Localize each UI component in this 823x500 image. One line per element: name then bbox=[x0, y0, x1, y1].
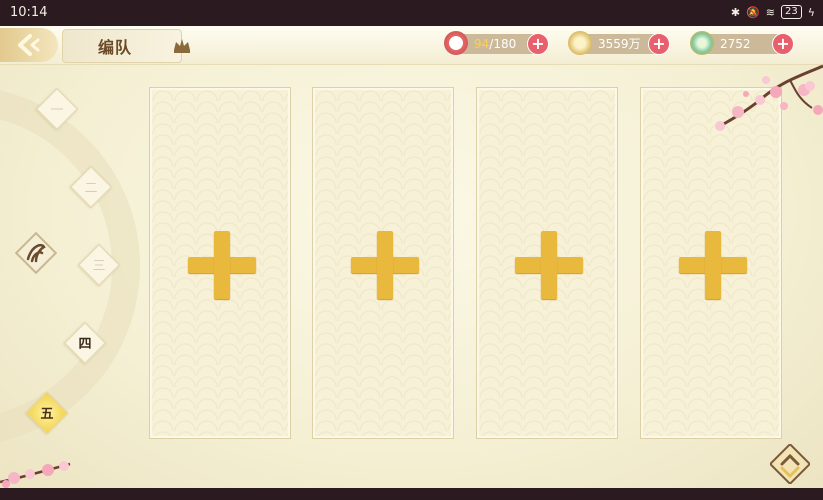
bluetooth-icon: ✱ bbox=[730, 5, 741, 19]
add-jade-button[interactable]: + bbox=[772, 33, 794, 55]
jade-icon bbox=[690, 31, 714, 55]
switch-formation-icon[interactable] bbox=[770, 444, 810, 484]
charging-icon: ϟ bbox=[807, 5, 815, 19]
coin-value: 3559万 bbox=[598, 37, 641, 51]
team-tab-label: 三 bbox=[92, 259, 106, 274]
jade-counter: 2752 + bbox=[690, 31, 794, 55]
team-slot-1[interactable] bbox=[149, 87, 291, 439]
plus-icon bbox=[679, 231, 747, 299]
team-tab-label: 四 bbox=[78, 337, 92, 352]
bottom-bar bbox=[0, 488, 823, 500]
game-screen: 编队 94/180 + 3559万 + 2752 + 一 二 三 四 五 bbox=[0, 26, 823, 488]
stamina-current: 94 bbox=[474, 37, 490, 51]
battery-icon: 23 bbox=[781, 5, 802, 19]
team-slot-4[interactable] bbox=[640, 87, 782, 439]
stamina-max: /180 bbox=[489, 37, 517, 51]
stamina-icon bbox=[444, 31, 468, 55]
system-icons: ✱ 🔕 ≋ 23 ϟ bbox=[731, 5, 815, 19]
cherry-blossom-branch-icon bbox=[715, 64, 823, 131]
formation-emblem-icon[interactable] bbox=[14, 231, 58, 275]
team-tab-4[interactable]: 四 bbox=[63, 321, 107, 365]
back-button[interactable] bbox=[0, 28, 58, 62]
team-tab-5[interactable]: 五 bbox=[25, 391, 69, 435]
mute-icon: 🔕 bbox=[746, 5, 760, 19]
add-stamina-button[interactable]: + bbox=[527, 33, 549, 55]
stamina-counter: 94/180 + bbox=[444, 31, 549, 55]
status-bar: 10:14 ✱ 🔕 ≋ 23 ϟ bbox=[0, 0, 823, 26]
back-arrow-icon bbox=[18, 34, 40, 56]
coin-icon bbox=[568, 31, 592, 55]
team-slot-3[interactable] bbox=[476, 87, 618, 439]
team-slot-2[interactable] bbox=[312, 87, 454, 439]
plus-icon bbox=[515, 231, 583, 299]
wifi-icon: ≋ bbox=[765, 5, 775, 19]
status-time: 10:14 bbox=[10, 5, 48, 20]
page-title: 编队 bbox=[98, 38, 133, 57]
plus-icon bbox=[188, 231, 256, 299]
team-tab-label: 五 bbox=[40, 407, 54, 422]
team-tab-label: 一 bbox=[50, 103, 64, 118]
cherry-blossom-corner-icon bbox=[0, 461, 71, 488]
team-tab-label: 二 bbox=[84, 181, 98, 196]
team-tab-3[interactable]: 三 bbox=[77, 243, 121, 287]
plus-icon bbox=[351, 231, 419, 299]
team-tab-1[interactable]: 一 bbox=[35, 87, 79, 131]
team-tab-2[interactable]: 二 bbox=[69, 165, 113, 209]
add-coin-button[interactable]: + bbox=[648, 33, 670, 55]
jade-value: 2752 bbox=[720, 37, 751, 51]
crown-icon[interactable] bbox=[172, 36, 192, 54]
coin-counter: 3559万 + bbox=[568, 31, 670, 55]
